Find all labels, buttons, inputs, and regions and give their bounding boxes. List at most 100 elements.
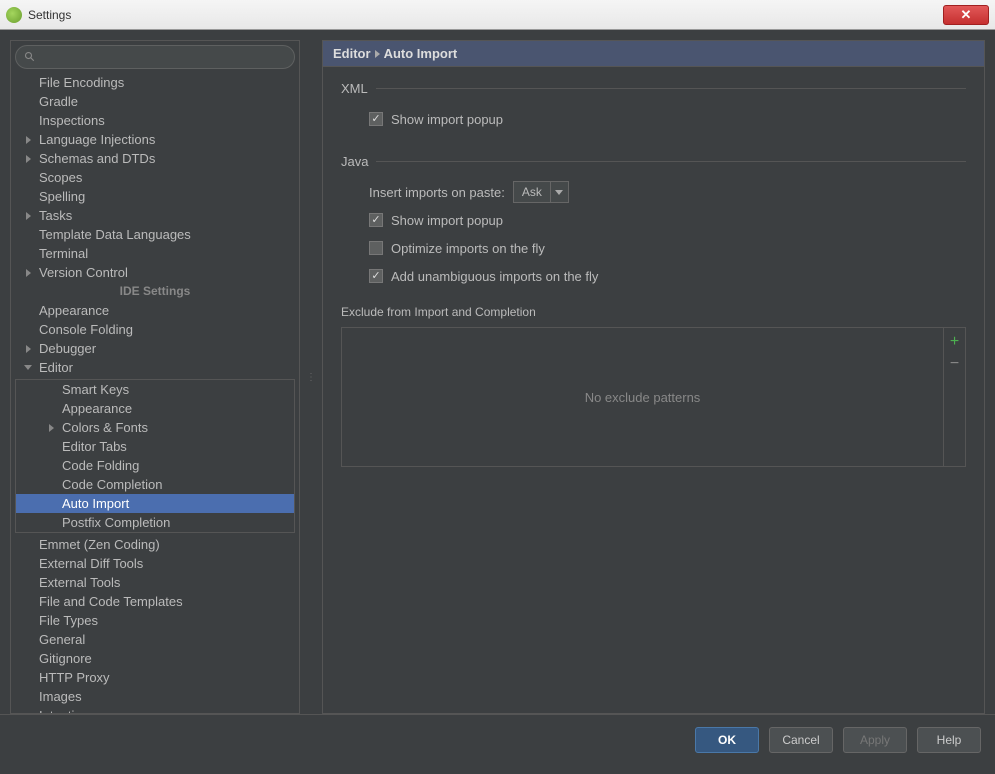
remove-exclude-button[interactable]: − [947, 356, 963, 372]
unambiguous-imports-checkbox[interactable] [369, 269, 383, 283]
unambiguous-imports-row[interactable]: Add unambiguous imports on the fly [369, 265, 966, 287]
tree-item[interactable]: Auto Import [16, 494, 294, 513]
tree-item-label: File and Code Templates [39, 594, 183, 609]
tree-item-label: Version Control [39, 265, 128, 280]
tree-item[interactable]: Editor [11, 358, 299, 377]
resize-grip[interactable]: ⋮ [308, 40, 314, 714]
tree-item[interactable]: Emmet (Zen Coding) [11, 535, 299, 554]
tree-item[interactable]: Colors & Fonts [16, 418, 294, 437]
tree-item-label: Editor [39, 360, 73, 375]
tree-item-label: File Encodings [39, 75, 124, 90]
chevron-right-icon[interactable] [26, 345, 31, 353]
optimize-imports-checkbox[interactable] [369, 241, 383, 255]
tree-item[interactable]: File Types [11, 611, 299, 630]
optimize-imports-label: Optimize imports on the fly [391, 241, 545, 256]
tree-item-label: Spelling [39, 189, 85, 204]
tree-item[interactable]: Tasks [11, 206, 299, 225]
insert-imports-row: Insert imports on paste: Ask [369, 181, 966, 203]
dialog-footer: OK Cancel Apply Help [0, 714, 995, 764]
tree-item[interactable]: Code Completion [16, 475, 294, 494]
cancel-button[interactable]: Cancel [769, 727, 833, 753]
tree-item[interactable]: Intentions [11, 706, 299, 713]
xml-group-title: XML [341, 81, 966, 96]
tree-item[interactable]: Code Folding [16, 456, 294, 475]
ok-button[interactable]: OK [695, 727, 759, 753]
java-show-import-popup-checkbox[interactable] [369, 213, 383, 227]
tree-item-label: Gradle [39, 94, 78, 109]
insert-imports-value: Ask [514, 182, 550, 202]
java-show-import-popup-row[interactable]: Show import popup [369, 209, 966, 231]
tree-item-label: Code Completion [62, 477, 162, 492]
tree-item[interactable]: Version Control [11, 263, 299, 282]
tree-item[interactable]: Console Folding [11, 320, 299, 339]
tree-item[interactable]: Gitignore [11, 649, 299, 668]
exclude-title: Exclude from Import and Completion [341, 305, 966, 319]
tree-item-label: Editor Tabs [62, 439, 127, 454]
tree-item-label: Code Folding [62, 458, 139, 473]
tree-item[interactable]: Language Injections [11, 130, 299, 149]
titlebar: Settings ✕ [0, 0, 995, 30]
chevron-right-icon [375, 50, 380, 58]
tree-item[interactable]: Debugger [11, 339, 299, 358]
chevron-down-icon[interactable] [24, 365, 32, 370]
tree-item[interactable]: Terminal [11, 244, 299, 263]
tree-item[interactable]: File and Code Templates [11, 592, 299, 611]
xml-show-import-popup-checkbox[interactable] [369, 112, 383, 126]
breadcrumb-part: Editor [333, 46, 371, 61]
tree-item[interactable]: HTTP Proxy [11, 668, 299, 687]
tree-item-label: Auto Import [62, 496, 129, 511]
ide-settings-header: IDE Settings [11, 282, 299, 301]
exclude-list: No exclude patterns + − [341, 327, 966, 467]
chevron-right-icon[interactable] [26, 212, 31, 220]
tree-item-label: Language Injections [39, 132, 155, 147]
add-exclude-button[interactable]: + [947, 334, 963, 350]
tree-item[interactable]: Postfix Completion [16, 513, 294, 532]
tree-item-label: Console Folding [39, 322, 133, 337]
tree-item[interactable]: Inspections [11, 111, 299, 130]
close-button[interactable]: ✕ [943, 5, 989, 25]
tree-item-label: Schemas and DTDs [39, 151, 155, 166]
tree-item-label: Postfix Completion [62, 515, 170, 530]
tree-item[interactable]: Images [11, 687, 299, 706]
chevron-right-icon[interactable] [26, 136, 31, 144]
xml-show-import-popup-label: Show import popup [391, 112, 503, 127]
help-button[interactable]: Help [917, 727, 981, 753]
tree-item-label: Intentions [39, 708, 95, 713]
tree-item[interactable]: Editor Tabs [16, 437, 294, 456]
tree-item[interactable]: Appearance [11, 301, 299, 320]
breadcrumb-part: Auto Import [384, 46, 458, 61]
tree-item[interactable]: Schemas and DTDs [11, 149, 299, 168]
exclude-empty-text: No exclude patterns [342, 328, 943, 466]
tree-item-label: Emmet (Zen Coding) [39, 537, 160, 552]
chevron-right-icon[interactable] [49, 424, 54, 432]
tree-item-label: Debugger [39, 341, 96, 356]
settings-content: Editor Auto Import XML Show import popup… [322, 40, 985, 714]
chevron-right-icon[interactable] [26, 269, 31, 277]
unambiguous-imports-label: Add unambiguous imports on the fly [391, 269, 598, 284]
app-icon [6, 7, 22, 23]
search-box[interactable] [15, 45, 295, 69]
apply-button[interactable]: Apply [843, 727, 907, 753]
tree-item[interactable]: File Encodings [11, 73, 299, 92]
dropdown-arrow-icon[interactable] [550, 182, 568, 202]
optimize-imports-row[interactable]: Optimize imports on the fly [369, 237, 966, 259]
search-input[interactable] [42, 50, 286, 64]
tree-item[interactable]: Template Data Languages [11, 225, 299, 244]
search-icon [24, 51, 36, 63]
tree-item[interactable]: Smart Keys [16, 380, 294, 399]
tree-item-label: Images [39, 689, 82, 704]
tree-item-label: Colors & Fonts [62, 420, 148, 435]
chevron-right-icon[interactable] [26, 155, 31, 163]
tree-item[interactable]: External Diff Tools [11, 554, 299, 573]
tree-item[interactable]: Spelling [11, 187, 299, 206]
tree-item[interactable]: External Tools [11, 573, 299, 592]
tree-item-label: File Types [39, 613, 98, 628]
tree-item[interactable]: Gradle [11, 92, 299, 111]
tree-item[interactable]: Appearance [16, 399, 294, 418]
settings-tree[interactable]: File Encodings Gradle Inspections Language … [11, 73, 299, 713]
tree-item-label: Appearance [62, 401, 132, 416]
tree-item[interactable]: General [11, 630, 299, 649]
tree-item[interactable]: Scopes [11, 168, 299, 187]
xml-show-import-popup-row[interactable]: Show import popup [369, 108, 966, 130]
insert-imports-select[interactable]: Ask [513, 181, 569, 203]
